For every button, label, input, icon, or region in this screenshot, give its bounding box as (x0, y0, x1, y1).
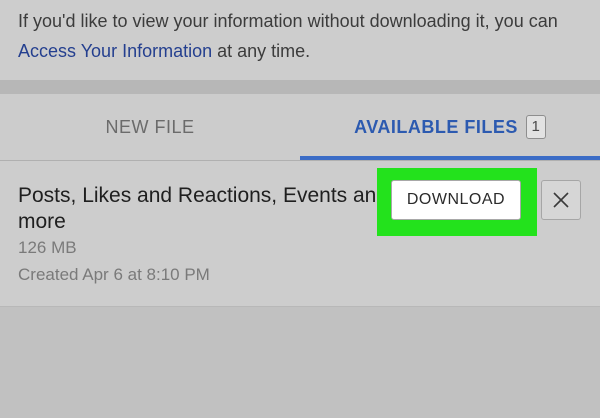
tab-new-file-label: NEW FILE (105, 116, 195, 137)
tab-available-files[interactable]: AVAILABLE FILES 1 (300, 94, 600, 160)
download-button[interactable]: DOWNLOAD (391, 180, 521, 220)
file-created-date: Created Apr 6 at 8:10 PM (18, 265, 210, 284)
file-tabs: NEW FILE AVAILABLE FILES 1 (0, 94, 600, 161)
download-button-label: DOWNLOAD (406, 191, 506, 208)
info-notice-text-end: at any time. (212, 41, 311, 61)
info-notice-text: If you'd like to view your information w… (18, 6, 588, 66)
tab-available-files-label: AVAILABLE FILES (354, 116, 518, 137)
available-files-count-badge: 1 (525, 115, 546, 139)
info-notice-text-start: If you'd like to view your information w… (18, 11, 558, 31)
tab-new-file[interactable]: NEW FILE (0, 94, 300, 160)
access-your-information-link[interactable]: Access Your Information (18, 41, 212, 61)
section-divider (0, 80, 600, 94)
active-tab-indicator (300, 156, 600, 160)
empty-area (0, 306, 600, 418)
delete-file-button[interactable] (541, 180, 581, 220)
info-notice: If you'd like to view your information w… (0, 0, 600, 80)
file-size: 126 MB (18, 238, 77, 257)
close-icon (553, 192, 569, 208)
file-title: Posts, Likes and Reactions, Events and m… (18, 184, 389, 233)
